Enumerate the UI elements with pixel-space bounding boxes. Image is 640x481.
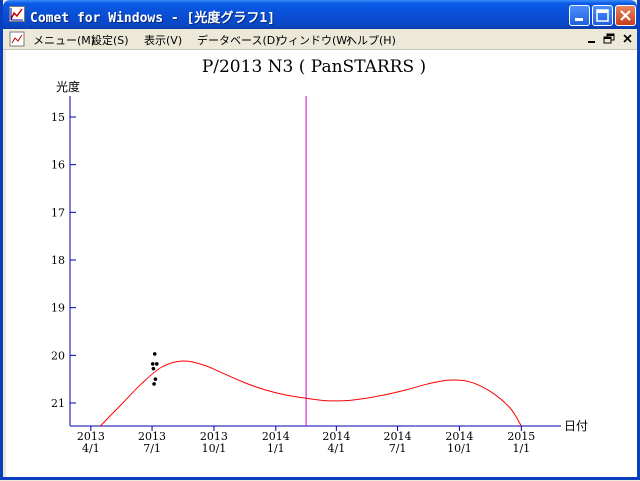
menu-item-menu[interactable]: メニュー(M): [33, 32, 95, 48]
observation-point: [151, 366, 156, 371]
predicted-curve: [99, 360, 522, 427]
maximize-icon: [596, 9, 609, 22]
y-tick-label: 20: [51, 349, 65, 362]
window-title: Comet for Windows - [光度グラフ1]: [30, 11, 276, 26]
mdi-minimize-icon[interactable]: [585, 32, 599, 46]
menu-item-help[interactable]: ヘルプ(H): [346, 32, 396, 48]
y-tick-label: 18: [51, 254, 65, 267]
x-tick-label-date: 4/1: [327, 442, 345, 455]
title-bar[interactable]: Comet for Windows - [光度グラフ1]: [3, 0, 637, 29]
chart-title: P/2013 N3 ( PanSTARRS ): [202, 57, 426, 77]
x-tick-label-date: 1/1: [512, 442, 530, 455]
minimize-icon: [575, 18, 583, 21]
x-tick-label-date: 7/1: [143, 442, 161, 455]
light-curve-chart: P/2013 N3 ( PanSTARRS ) 光度 日付 15 16 17 18 19…: [51, 57, 588, 455]
y-tick-label: 15: [51, 111, 65, 124]
x-tick-label-date: 1/1: [267, 442, 285, 455]
graph-area: P/2013 N3 ( PanSTARRS ) 光度 日付 15 16 17 18 19…: [6, 50, 637, 477]
menu-item-settings[interactable]: 設定(S): [91, 32, 129, 48]
graph-icon[interactable]: [9, 6, 25, 22]
menu-item-window[interactable]: ウィンドウ(W): [277, 32, 351, 48]
x-axis-label: 日付: [564, 419, 588, 433]
mdi-close-icon[interactable]: [621, 32, 635, 46]
light-curve: [99, 360, 522, 427]
close-icon: [620, 10, 631, 21]
observation-point: [150, 362, 155, 366]
y-axis-label: 光度: [56, 79, 80, 94]
minimize-button[interactable]: [569, 5, 590, 26]
x-tick-label-date: 10/1: [202, 442, 227, 455]
close-button[interactable]: [615, 5, 636, 26]
y-tick-label: 19: [51, 302, 65, 315]
axes: [69, 96, 561, 431]
y-tick-label: 16: [51, 159, 65, 172]
menu-item-view[interactable]: 表示(V): [144, 32, 182, 48]
app-window: Comet for Windows - [光度グラフ1] メニュー(M) 設定(…: [0, 0, 640, 480]
x-tick-label-date: 4/1: [82, 442, 100, 455]
y-tick-label: 21: [51, 397, 65, 410]
x-tick-label-date: 10/1: [447, 442, 472, 455]
observation-points: [150, 352, 159, 386]
document-graph-icon[interactable]: [9, 31, 25, 47]
observation-point: [152, 382, 156, 386]
y-tick-label: 17: [51, 206, 65, 219]
maximize-button[interactable]: [592, 5, 613, 26]
tick-labels: 1516171819202120134/120137/1201310/12014…: [51, 111, 535, 455]
mdi-restore-icon[interactable]: [603, 32, 617, 46]
observation-point: [153, 377, 158, 381]
observation-point: [154, 362, 159, 366]
x-tick-label-date: 7/1: [389, 442, 407, 455]
observation-point: [152, 352, 157, 356]
menu-bar: メニュー(M) 設定(S) 表示(V) データベース(D) ウィンドウ(W) ヘ…: [3, 29, 637, 50]
menu-item-database[interactable]: データベース(D): [197, 32, 280, 48]
